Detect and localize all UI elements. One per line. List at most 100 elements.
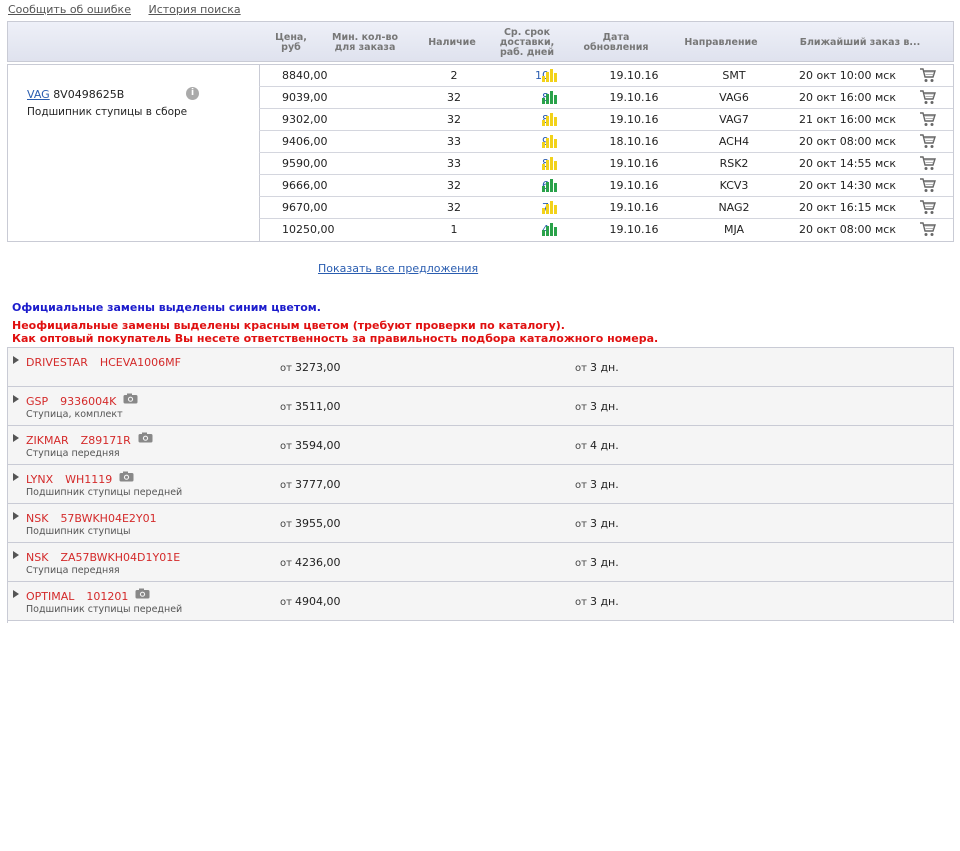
offer-price: 9670,00 <box>282 201 328 214</box>
cart-icon[interactable] <box>919 133 936 150</box>
term-value: 3 дн. <box>589 478 619 491</box>
term-value: 3 дн. <box>589 556 619 569</box>
term-prefix: от <box>575 402 587 413</box>
cart-icon[interactable] <box>919 89 936 106</box>
term-prefix: от <box>575 519 587 530</box>
replacement-term: от 3 дн. <box>575 361 619 374</box>
replacement-term: от 3 дн. <box>575 556 619 569</box>
replacement-row[interactable]: OPTIMAL 101201 Подшипник ступицы передней о… <box>8 582 953 621</box>
replacement-brand: NSK <box>26 512 49 525</box>
expand-arrow-icon[interactable] <box>13 512 19 520</box>
offer-row[interactable]: 9302,0032819.10.16VAG721 окт 16:00 мск <box>259 109 953 131</box>
replacement-code: HCEVA1006MF <box>99 356 181 369</box>
replacement-row[interactable]: NSK ZA57BWKH04D1Y01E Ступица передняя от 423… <box>8 543 953 582</box>
search-history-link[interactable]: История поиска <box>148 3 240 16</box>
offer-row[interactable]: 10250,001419.10.16MJA20 окт 08:00 мск <box>259 219 953 241</box>
header-direction[interactable]: Направление <box>676 22 766 63</box>
delivery-chart-icon <box>542 200 558 214</box>
camera-icon[interactable] <box>123 393 138 404</box>
replacement-row[interactable]: DRIVESTAR HCEVA1006MF от 3273,00 от 3 дн. <box>8 348 953 387</box>
replacement-row[interactable]: GSP 9336004K Ступица, комплект от 3511,00 от 3… <box>8 387 953 426</box>
cart-icon[interactable] <box>919 221 936 238</box>
term-prefix: от <box>575 363 587 374</box>
show-all-offers-link[interactable]: Показать все предложения <box>318 262 478 275</box>
price-prefix: от <box>280 480 292 491</box>
replacement-description: Ступица передняя <box>26 565 120 576</box>
term-prefix: от <box>575 441 587 452</box>
cart-icon[interactable] <box>919 67 936 84</box>
offer-row[interactable]: 9039,0032819.10.16VAG620 окт 16:00 мск <box>259 87 953 109</box>
offers-table: Цена, руб Мин. кол-во для заказа Наличие… <box>7 21 954 242</box>
offer-row[interactable]: 8840,0021019.10.16SMT20 окт 10:00 мск <box>259 65 953 87</box>
term-value: 3 дн. <box>589 517 619 530</box>
replacement-price: от 3777,00 <box>280 478 340 491</box>
offer-availability: 2 <box>450 69 458 82</box>
header-min-qty[interactable]: Мин. кол-во для заказа <box>330 22 400 63</box>
offer-nearest-order: 20 окт 08:00 мск <box>799 223 896 236</box>
price-value: 3273,00 <box>294 361 341 374</box>
offer-price: 9590,00 <box>282 157 328 170</box>
report-error-link[interactable]: Сообщить об ошибке <box>8 3 131 16</box>
header-nearest-order[interactable]: Ближайший заказ в... <box>798 22 922 63</box>
replacement-price: от 3955,00 <box>280 517 340 530</box>
offer-availability: 33 <box>447 157 461 170</box>
part-brand-link[interactable]: VAG <box>27 88 50 101</box>
replacement-row[interactable]: LYNX WH1119 Подшипник ступицы передней от 37… <box>8 465 953 504</box>
replacement-brand: NSK <box>26 551 49 564</box>
camera-icon[interactable] <box>135 588 150 599</box>
offer-row[interactable]: 9590,0033819.10.16RSK220 окт 14:55 мск <box>259 153 953 175</box>
replacement-term: от 4 дн. <box>575 439 619 452</box>
replacement-brand-line[interactable]: ZIKMAR Z89171R <box>26 434 131 447</box>
price-value: 4904,00 <box>294 595 341 608</box>
replacement-brand-line[interactable]: NSK 57BWKH04E2Y01 <box>26 512 157 525</box>
expand-arrow-icon[interactable] <box>13 434 19 442</box>
replacement-brand-line[interactable]: GSP 9336004K <box>26 395 116 408</box>
offer-availability: 1 <box>450 223 458 236</box>
offer-price: 9406,00 <box>282 135 328 148</box>
term-value: 3 дн. <box>589 361 619 374</box>
price-value: 3511,00 <box>294 400 341 413</box>
replacement-code: 9336004K <box>60 395 117 408</box>
price-prefix: от <box>280 441 292 452</box>
expand-arrow-icon[interactable] <box>13 356 19 364</box>
offer-direction: MJA <box>723 223 745 236</box>
replacement-brand: LYNX <box>26 473 54 486</box>
offers-table-body: VAG 8V0498625B i Подшипник ступицы в сбо… <box>7 64 954 242</box>
info-icon[interactable]: i <box>186 87 199 100</box>
offer-row[interactable]: 9670,0032719.10.16NAG220 окт 16:15 мск <box>259 197 953 219</box>
part-brand-line: VAG 8V0498625B <box>27 88 124 101</box>
header-update-date[interactable]: Дата обновления <box>583 22 649 63</box>
offer-direction: RSK2 <box>719 157 749 170</box>
replacement-row[interactable]: NSK 57BWKH04E2Y01 Подшипник ступицы от 3955,… <box>8 504 953 543</box>
header-availability[interactable]: Наличие <box>422 22 482 63</box>
expand-arrow-icon[interactable] <box>13 395 19 403</box>
replacement-brand-line[interactable]: NSK ZA57BWKH04D1Y01E <box>26 551 180 564</box>
cart-icon[interactable] <box>919 155 936 172</box>
expand-arrow-icon[interactable] <box>13 473 19 481</box>
offer-price: 10250,00 <box>282 223 335 236</box>
camera-icon[interactable] <box>138 432 153 443</box>
replacement-brand-line[interactable]: OPTIMAL 101201 <box>26 590 128 603</box>
replacement-row[interactable]: ZIKMAR Z89171R Ступица передняя от 3594,00 от… <box>8 426 953 465</box>
cart-icon[interactable] <box>919 199 936 216</box>
offer-direction: VAG6 <box>719 91 749 104</box>
offer-price: 9039,00 <box>282 91 328 104</box>
expand-arrow-icon[interactable] <box>13 551 19 559</box>
camera-icon[interactable] <box>119 471 134 482</box>
replacement-brand-line[interactable]: LYNX WH1119 <box>26 473 112 486</box>
replacement-term: от 3 дн. <box>575 517 619 530</box>
replacement-brand-line[interactable]: DRIVESTAR HCEVA1006MF <box>26 356 181 369</box>
header-price[interactable]: Цена, руб <box>270 22 312 63</box>
header-delivery[interactable]: Ср. срок доставки, раб. дней <box>498 22 556 63</box>
offer-nearest-order: 20 окт 14:55 мск <box>799 157 896 170</box>
price-prefix: от <box>280 519 292 530</box>
cart-icon[interactable] <box>919 177 936 194</box>
price-value: 3594,00 <box>294 439 341 452</box>
offer-nearest-order: 20 окт 16:15 мск <box>799 201 896 214</box>
offers-table-header: Цена, руб Мин. кол-во для заказа Наличие… <box>7 21 954 62</box>
expand-arrow-icon[interactable] <box>13 590 19 598</box>
offer-row[interactable]: 9406,0033918.10.16ACH420 окт 08:00 мск <box>259 131 953 153</box>
offer-direction: NAG2 <box>718 201 750 214</box>
offer-row[interactable]: 9666,0032619.10.16KCV320 окт 14:30 мск <box>259 175 953 197</box>
cart-icon[interactable] <box>919 111 936 128</box>
